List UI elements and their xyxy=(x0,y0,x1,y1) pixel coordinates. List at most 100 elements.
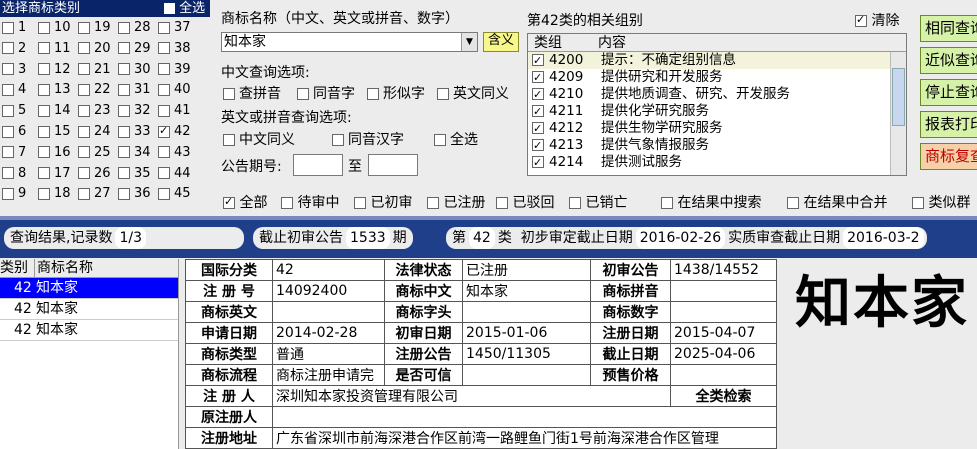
category-checkbox[interactable] xyxy=(78,187,90,200)
group-row[interactable]: 4212 提供生物学研究服务 xyxy=(528,120,906,137)
category-option[interactable]: 37 xyxy=(158,21,191,35)
category-option[interactable]: 32 xyxy=(118,104,151,118)
category-checkbox[interactable] xyxy=(118,125,130,138)
category-option[interactable]: 34 xyxy=(118,145,151,160)
full-class-search-button[interactable]: 全类检索 xyxy=(670,385,777,407)
cn-option[interactable]: 英文同义 xyxy=(437,83,509,103)
category-option[interactable]: 20 xyxy=(78,41,111,56)
en-option[interactable]: 同音汉字 xyxy=(332,129,404,149)
category-checkbox[interactable] xyxy=(158,104,170,117)
category-option[interactable]: 45 xyxy=(158,187,191,201)
same-search-button[interactable]: 相同查询 xyxy=(920,15,977,42)
category-checkbox[interactable] xyxy=(2,104,14,117)
category-checkbox[interactable] xyxy=(118,146,130,159)
cn-option[interactable]: 查拼音 xyxy=(223,83,281,103)
trademark-name-input[interactable]: 知本家 ▼ xyxy=(221,32,478,52)
group-row[interactable]: 4209 提供研究和开发服务 xyxy=(528,69,906,86)
category-checkbox[interactable] xyxy=(78,125,90,138)
category-checkbox[interactable] xyxy=(2,146,14,159)
category-option[interactable]: 17 xyxy=(38,166,71,181)
category-checkbox[interactable] xyxy=(118,104,130,117)
category-checkbox[interactable] xyxy=(38,104,50,117)
category-option[interactable]: 12 xyxy=(38,62,71,77)
status-checkbox[interactable] xyxy=(281,197,293,209)
en-checkbox[interactable] xyxy=(332,134,344,146)
group-row[interactable]: 4213 提供气象情报服务 xyxy=(528,137,906,154)
category-option[interactable]: 1 xyxy=(2,21,26,35)
en-checkbox[interactable] xyxy=(434,134,446,146)
group-row[interactable]: 4210 提供地质调查、研究、开发服务 xyxy=(528,86,906,103)
result-row[interactable]: 42 知本家 xyxy=(0,299,178,320)
print-report-button[interactable]: 报表打印 xyxy=(920,111,977,138)
en-option[interactable]: 全选 xyxy=(434,129,478,149)
category-checkbox[interactable] xyxy=(118,63,130,76)
category-option[interactable]: 26 xyxy=(78,166,111,181)
category-option[interactable]: 14 xyxy=(38,104,71,118)
result-option[interactable]: 类似群 xyxy=(912,192,970,212)
category-option[interactable]: 44 xyxy=(158,166,191,181)
period-from-input[interactable] xyxy=(293,154,343,176)
group-checkbox[interactable] xyxy=(532,103,544,120)
category-option[interactable]: 16 xyxy=(38,145,71,160)
category-option[interactable]: 2 xyxy=(2,41,26,56)
category-checkbox[interactable] xyxy=(158,21,170,34)
category-checkbox[interactable] xyxy=(38,125,50,138)
select-all-categories[interactable]: 全选 xyxy=(164,0,205,17)
group-checkbox[interactable] xyxy=(532,69,544,86)
meaning-button[interactable]: 含义 xyxy=(483,32,519,52)
category-option[interactable]: 5 xyxy=(2,104,26,118)
stop-search-button[interactable]: 停止查询 xyxy=(920,79,977,106)
category-checkbox[interactable] xyxy=(158,187,170,200)
trademark-review-button[interactable]: 商标复查 xyxy=(920,143,977,170)
group-checkbox[interactable] xyxy=(532,154,544,171)
category-checkbox[interactable] xyxy=(78,21,90,34)
result-option[interactable]: 在结果中合并 xyxy=(787,192,887,212)
category-checkbox[interactable] xyxy=(2,125,14,138)
category-option[interactable]: 24 xyxy=(78,125,111,139)
group-checkbox[interactable] xyxy=(532,86,544,103)
category-checkbox[interactable] xyxy=(2,83,14,96)
group-row[interactable]: 4214 提供测试服务 xyxy=(528,154,906,171)
category-checkbox[interactable] xyxy=(118,83,130,96)
category-option[interactable]: 7 xyxy=(2,145,26,160)
select-all-checkbox[interactable] xyxy=(164,3,175,14)
category-option[interactable]: 3 xyxy=(2,62,26,77)
status-filter[interactable]: 全部 xyxy=(223,192,267,212)
category-option[interactable]: 29 xyxy=(118,41,151,56)
category-option[interactable]: 4 xyxy=(2,83,26,97)
category-checkbox[interactable] xyxy=(158,63,170,76)
category-option[interactable]: 19 xyxy=(78,21,111,35)
status-filter[interactable]: 已销亡 xyxy=(569,192,627,212)
chevron-down-icon[interactable]: ▼ xyxy=(461,33,477,51)
status-filter[interactable]: 已注册 xyxy=(427,192,485,212)
category-option[interactable]: 27 xyxy=(78,187,111,201)
category-checkbox[interactable] xyxy=(118,42,130,55)
group-list-scrollbar[interactable] xyxy=(890,52,906,175)
result-option-checkbox[interactable] xyxy=(787,197,799,209)
category-checkbox[interactable] xyxy=(158,42,170,55)
group-checkbox[interactable] xyxy=(532,137,544,154)
cn-checkbox[interactable] xyxy=(437,88,449,100)
status-checkbox[interactable] xyxy=(427,197,439,209)
category-option[interactable]: 43 xyxy=(158,145,191,160)
category-checkbox[interactable] xyxy=(38,146,50,159)
category-checkbox[interactable] xyxy=(38,42,50,55)
category-checkbox[interactable] xyxy=(38,167,50,180)
result-option-checkbox[interactable] xyxy=(661,197,673,209)
category-option[interactable]: 23 xyxy=(78,104,111,118)
period-to-input[interactable] xyxy=(368,154,418,176)
cn-checkbox[interactable] xyxy=(297,88,309,100)
category-checkbox[interactable] xyxy=(78,146,90,159)
result-row[interactable]: 42 知本家 xyxy=(0,278,178,299)
category-checkbox[interactable] xyxy=(158,146,170,159)
category-option[interactable]: 33 xyxy=(118,125,151,139)
category-checkbox[interactable] xyxy=(38,187,50,200)
group-checkbox[interactable] xyxy=(532,120,544,137)
category-option[interactable]: 10 xyxy=(38,21,71,35)
clear-checkbox[interactable] xyxy=(855,13,867,27)
category-option[interactable]: 28 xyxy=(118,21,151,35)
cn-checkbox[interactable] xyxy=(223,88,235,100)
category-checkbox[interactable] xyxy=(78,104,90,117)
cn-option[interactable]: 同音字 xyxy=(297,83,355,103)
category-option[interactable]: 31 xyxy=(118,83,151,97)
